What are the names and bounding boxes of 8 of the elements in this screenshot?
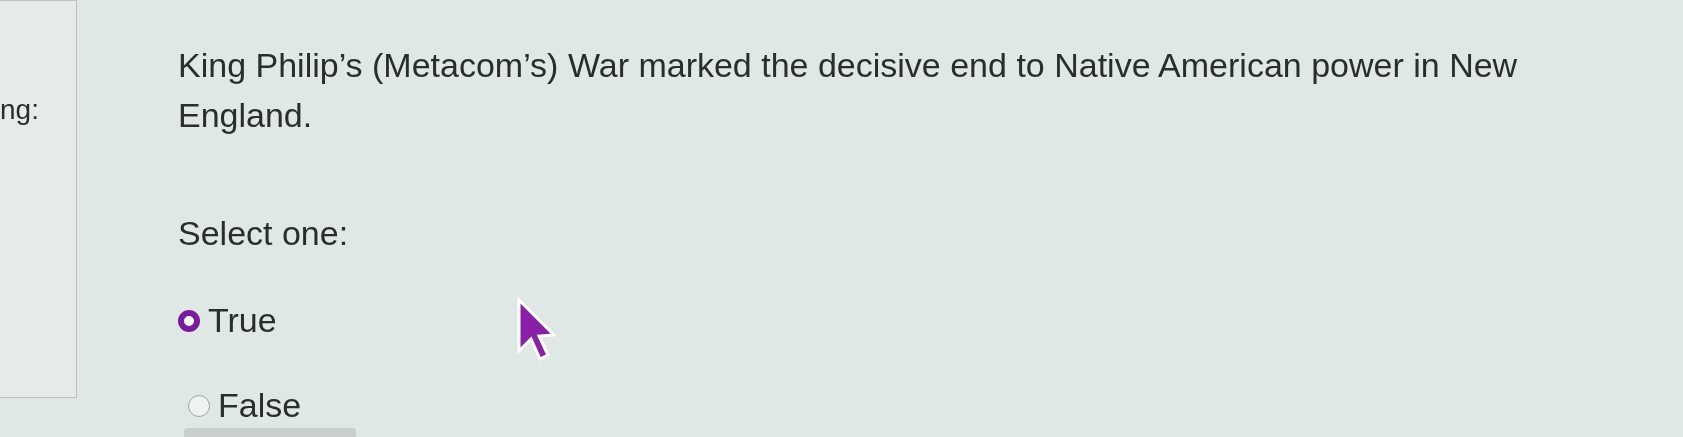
option-label: False (218, 385, 302, 426)
option-label: True (208, 300, 277, 341)
radio-button[interactable] (178, 309, 200, 332)
select-prompt: Select one: (178, 213, 349, 254)
field-label: ng: (0, 93, 40, 127)
question-text: King Philip’s (Metacom’s) War marked the decisive end to Native American power in New England. (178, 45, 1519, 136)
mouse-pointer-icon (516, 297, 556, 363)
radio-button[interactable] (188, 394, 210, 417)
